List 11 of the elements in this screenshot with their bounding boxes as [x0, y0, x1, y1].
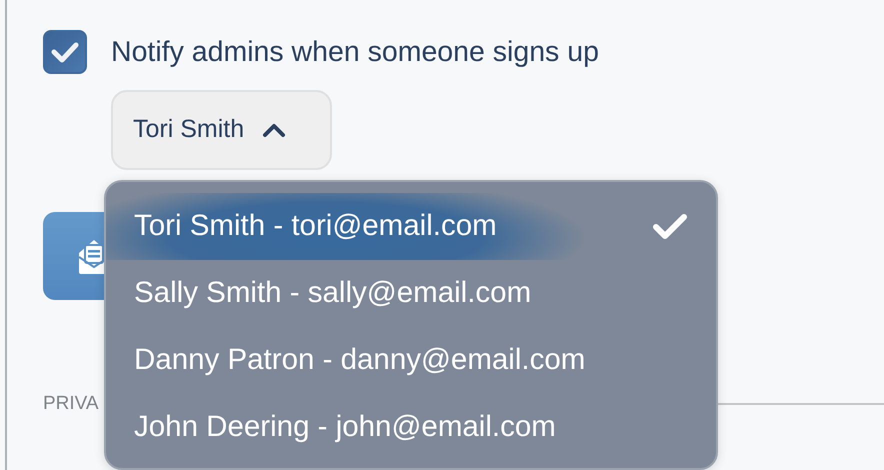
- admin-select[interactable]: Tori Smith: [111, 90, 332, 170]
- check-icon: [51, 41, 79, 63]
- dropdown-option[interactable]: John Deering - john@email.com: [106, 394, 716, 461]
- caret-icon: [262, 122, 286, 138]
- section-heading: PRIVA: [43, 392, 99, 416]
- checkbox[interactable]: [43, 30, 87, 74]
- check-icon: [652, 212, 688, 240]
- dropdown-option[interactable]: Danny Patron - danny@email.com: [106, 327, 716, 394]
- selected-value: Tori Smith: [133, 114, 244, 146]
- checkbox-label: Notify admins when someone signs up: [111, 34, 599, 70]
- dropdown-option[interactable]: Sally Smith - sally@email.com: [106, 260, 716, 327]
